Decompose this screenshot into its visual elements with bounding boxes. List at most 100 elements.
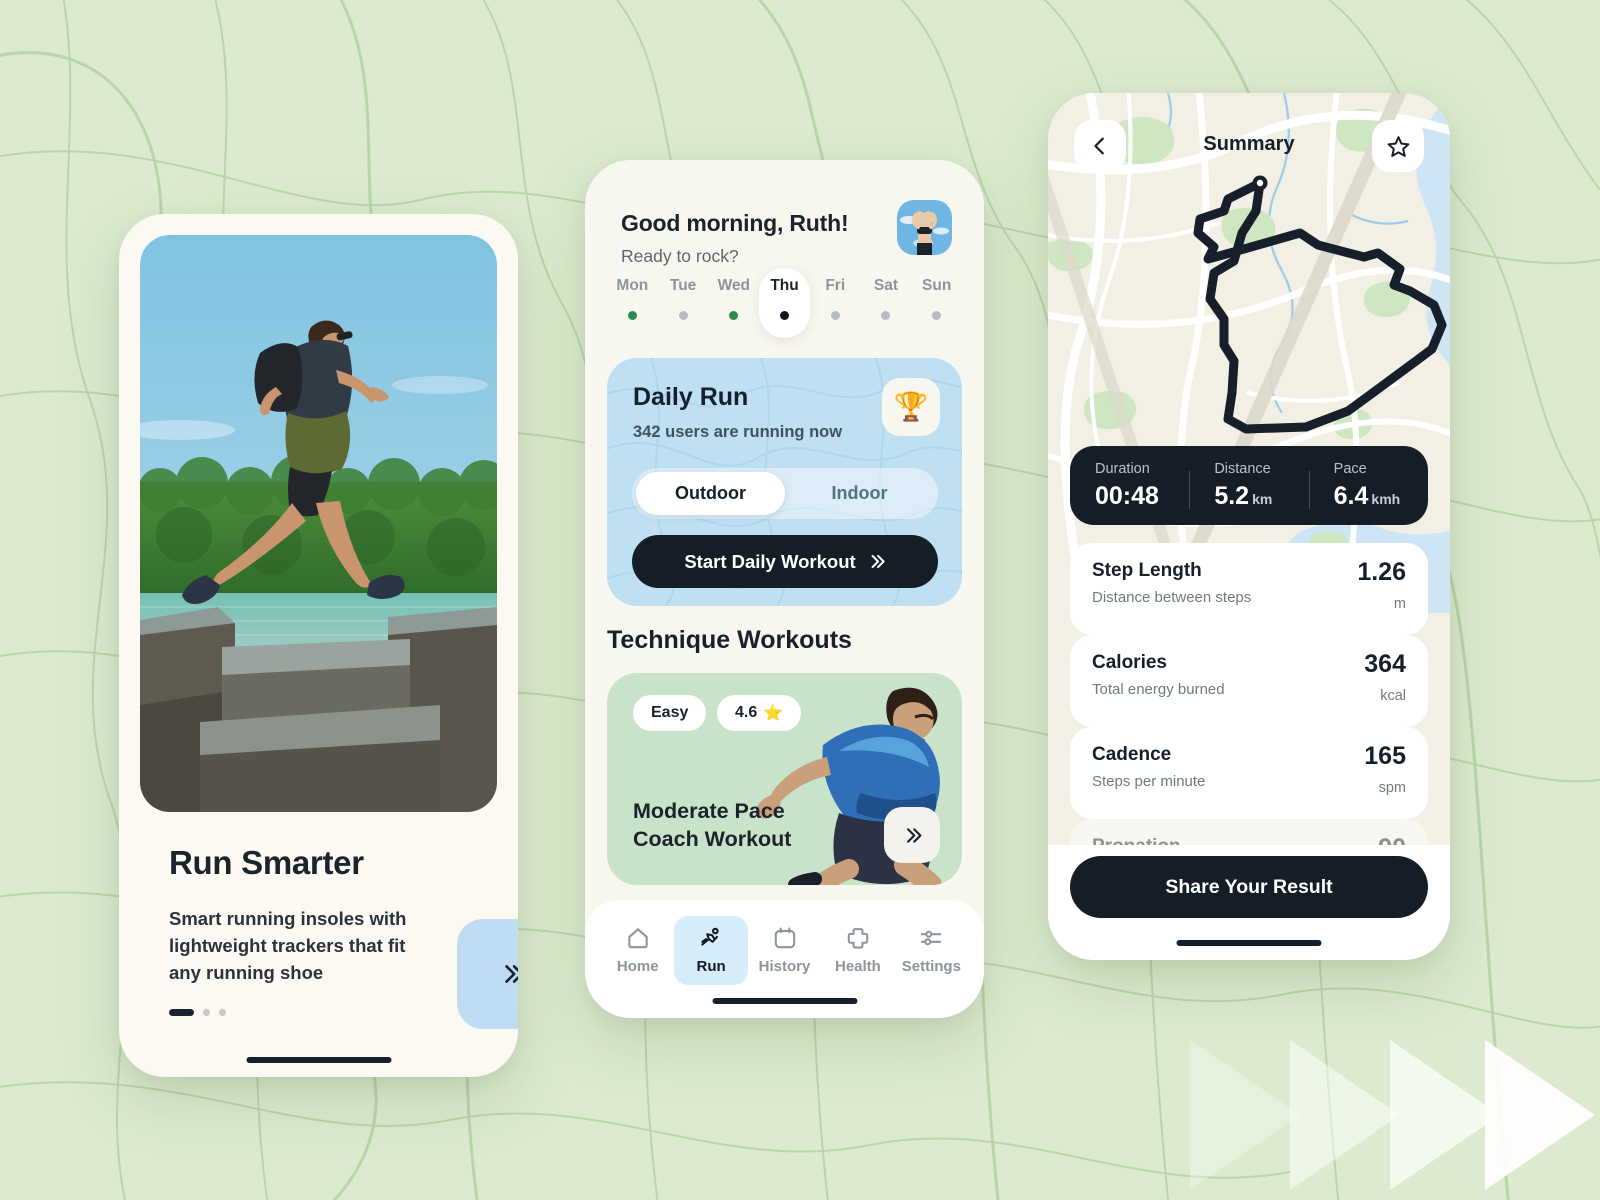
metric-unit: kcal (1380, 688, 1406, 704)
tab-home[interactable]: Home (601, 916, 674, 985)
stat-distance: Distance 5.2 km (1189, 461, 1308, 511)
rating-chip: 4.6 ⭐ (717, 695, 802, 731)
start-daily-workout-button[interactable]: Start Daily Workout (632, 535, 938, 588)
week-day-thu[interactable]: Thu (759, 268, 810, 338)
tab-label: Settings (901, 958, 961, 975)
metric-row[interactable]: Step Length Distance between steps 1.26 … (1070, 543, 1428, 635)
runner-icon (701, 927, 719, 946)
day-label: Sat (873, 277, 899, 294)
daily-run-subtitle: 342 users are running now (633, 423, 843, 441)
day-label: Tue (669, 277, 697, 294)
star-outline-icon (1387, 135, 1409, 157)
day-status-dot (780, 311, 790, 320)
page-dot[interactable] (219, 1009, 226, 1016)
greeting-block: Good morning, Ruth! Ready to rock? (621, 210, 849, 267)
page-title: Run Smarter (169, 844, 364, 881)
tab-label: History (758, 958, 811, 975)
stat-pace: Pace 6.4 kmh (1308, 460, 1428, 511)
cross-icon (847, 928, 869, 949)
share-button-label: Share Your Result (1165, 875, 1333, 898)
mode-option-outdoor[interactable]: Outdoor (636, 472, 785, 515)
metric-unit: m (1393, 596, 1406, 612)
home-indicator (246, 1057, 391, 1063)
summary-phone-screen: Summary Duration 00:48 Distance 5.2 km Pa… (1048, 93, 1450, 960)
week-day-sat[interactable]: Sat (861, 268, 912, 338)
technique-workouts-heading: Technique Workouts (607, 626, 852, 654)
greeting-text: Good morning, Ruth! (621, 210, 849, 236)
run-mode-toggle[interactable]: Outdoor Indoor (632, 468, 938, 519)
metric-row[interactable]: Calories Total energy burned 364 kcal (1070, 635, 1428, 727)
metric-row[interactable]: Cadence Steps per minute 165 spm (1070, 727, 1428, 819)
technique-workout-card[interactable]: Easy 4.6 ⭐ Moderate Pace Coach Workout (607, 673, 962, 885)
decorative-chevrons (1190, 1040, 1595, 1190)
day-status-dot (881, 311, 891, 320)
stat-value: 6.4 kmh (1334, 482, 1428, 511)
daily-run-title: Daily Run (633, 383, 749, 411)
difficulty-label: Easy (651, 704, 689, 721)
technique-card-title: Moderate Pace Coach Workout (633, 798, 791, 853)
tab-history[interactable]: History (748, 916, 821, 985)
stat-unit: kmh (1371, 490, 1401, 507)
chevron-double-right-icon (505, 965, 518, 983)
metric-name: Calories (1092, 652, 1167, 673)
home-indicator (1176, 940, 1322, 946)
page-indicator[interactable] (169, 1009, 226, 1016)
metric-value: 1.26 (1357, 558, 1406, 586)
technique-title-line-2: Coach Workout (633, 826, 792, 851)
tab-run[interactable]: Run (674, 916, 748, 985)
home-phone-screen: Good morning, Ruth! Ready to rock? Mon T… (585, 160, 984, 1018)
subgreeting-text: Ready to rock? (621, 246, 739, 266)
page-dot[interactable] (203, 1009, 210, 1016)
tab-label: Run (696, 958, 726, 975)
week-day-mon[interactable]: Mon (607, 268, 658, 338)
stat-value: 00:48 (1095, 481, 1159, 510)
metric-description: Steps per minute (1092, 773, 1206, 790)
chevron-double-right-icon (906, 827, 921, 843)
share-result-button[interactable]: Share Your Result (1070, 856, 1428, 918)
day-label: Thu (770, 277, 799, 294)
day-status-dot (627, 311, 637, 320)
stat-label: Pace (1333, 460, 1367, 477)
day-label: Mon (616, 277, 649, 294)
metric-value: 165 (1364, 742, 1406, 770)
page-description: Smart running insoles with lightweight t… (169, 908, 407, 983)
metric-value: 364 (1364, 650, 1406, 678)
next-button[interactable] (457, 919, 518, 1029)
tab-label: Health (835, 958, 881, 975)
start-button-label: Start Daily Workout (684, 550, 856, 572)
week-day-sun[interactable]: Sun (911, 268, 962, 338)
home-icon (628, 928, 648, 949)
page-dot-active[interactable] (169, 1009, 194, 1016)
day-status-dot (830, 311, 840, 320)
onboarding-phone-screen: Run Smarter Smart running insoles with l… (119, 214, 518, 1077)
tab-settings[interactable]: Settings (895, 916, 968, 985)
day-status-dot (729, 311, 739, 320)
daily-run-card: Daily Run 342 users are running now 🏆 Ou… (607, 358, 962, 606)
metric-description: Distance between steps (1092, 589, 1252, 606)
stat-label: Distance (1214, 460, 1271, 477)
stat-unit: km (1252, 490, 1273, 507)
day-label: Fri (825, 277, 846, 294)
tab-label: Home (616, 958, 659, 975)
day-label: Wed (717, 277, 751, 294)
metric-name: Cadence (1092, 744, 1172, 765)
technique-title-line-1: Moderate Pace (633, 799, 785, 823)
day-label: Sun (922, 277, 952, 294)
sliders-icon (921, 930, 942, 946)
week-day-wed[interactable]: Wed (708, 268, 759, 338)
star-icon: ⭐ (763, 705, 784, 722)
stat-number: 5.2 (1214, 481, 1250, 510)
week-day-fri[interactable]: Fri (810, 268, 861, 338)
day-status-dot (932, 311, 942, 320)
technique-next-button[interactable] (884, 807, 940, 863)
favorite-button[interactable] (1372, 120, 1424, 172)
chevron-double-right-icon (871, 554, 885, 569)
trophy-icon[interactable]: 🏆 (882, 378, 940, 436)
week-day-strip[interactable]: Mon Tue Wed Thu Fri Sat Sun (607, 268, 962, 338)
week-day-tue[interactable]: Tue (658, 268, 709, 338)
metric-description: Total energy burned (1092, 681, 1225, 698)
tab-health[interactable]: Health (821, 916, 894, 985)
stat-value: 5.2 km (1214, 482, 1308, 511)
mode-option-indoor[interactable]: Indoor (785, 472, 934, 515)
avatar[interactable] (897, 200, 952, 255)
